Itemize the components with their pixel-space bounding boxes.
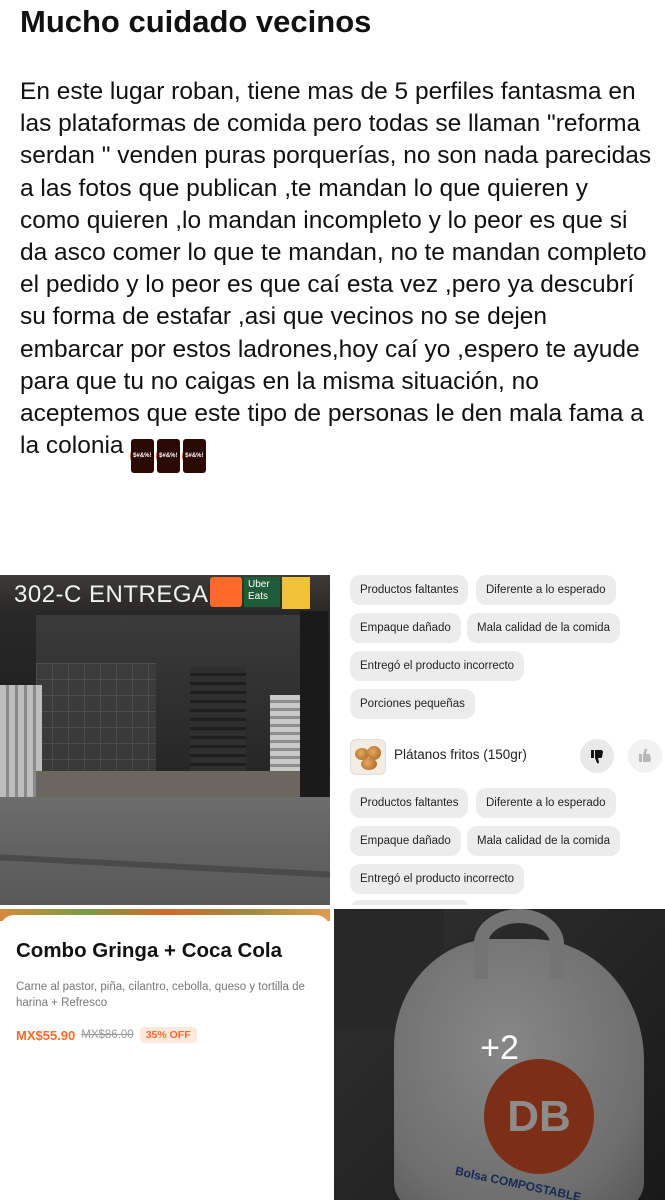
chip-small-portions[interactable]: Porciones pequeñas bbox=[350, 689, 475, 719]
chip-different-than-expected[interactable]: Diferente a lo esperado bbox=[476, 575, 616, 605]
post-body-text: En este lugar roban, tiene mas de 5 perf… bbox=[20, 78, 652, 460]
product-row: Plátanos fritos (150gr) bbox=[350, 737, 662, 777]
chip-partial[interactable] bbox=[350, 900, 470, 905]
price-original: MX$86.00 bbox=[81, 1029, 134, 1041]
chip-poor-food-quality[interactable]: Mala calidad de la comida bbox=[467, 613, 620, 643]
uber-eats-logo: Uber Eats bbox=[244, 577, 280, 607]
chip-poor-food-quality-2[interactable]: Mala calidad de la comida bbox=[467, 826, 620, 856]
store-sign-text: 302-C ENTREGAS bbox=[14, 581, 226, 608]
chip-different-than-expected-2[interactable]: Diferente a lo esperado bbox=[476, 788, 616, 818]
store-wall bbox=[36, 663, 156, 773]
chip-damaged-packaging-2[interactable]: Empaque dañado bbox=[350, 826, 461, 856]
more-photos-count[interactable]: +2 bbox=[334, 1029, 665, 1068]
store-floor bbox=[36, 771, 300, 799]
sign-yellow-panel bbox=[282, 577, 310, 609]
angry-swearing-face-icon: $#&%! bbox=[182, 439, 207, 474]
thumbs-down-button[interactable] bbox=[580, 739, 614, 773]
price-current: MX$55.90 bbox=[16, 1027, 76, 1043]
chip-wrong-product[interactable]: Entregó el producto incorrecto bbox=[350, 651, 525, 681]
chip-wrong-product-2[interactable]: Entregó el producto incorrecto bbox=[350, 864, 525, 894]
product-title: Combo Gringa + Coca Cola bbox=[16, 939, 282, 962]
product-sheet: Combo Gringa + Coca Cola Carne al pastor… bbox=[0, 915, 330, 1200]
product-card-screenshot[interactable]: Combo Gringa + Coca Cola Carne al pastor… bbox=[0, 909, 330, 1200]
storefront-photo[interactable]: 302-C ENTREGAS Uber Eats bbox=[0, 575, 330, 905]
thumbs-down-icon bbox=[591, 750, 603, 764]
price-row: MX$55.90 MX$86.00 35% OFF bbox=[16, 1027, 197, 1043]
post-body: En este lugar roban, tiene mas de 5 perf… bbox=[20, 76, 652, 474]
chip-missing-products-2[interactable]: Productos faltantes bbox=[350, 788, 469, 818]
store-pillar bbox=[300, 611, 328, 801]
bag-photo[interactable]: DB Bolsa COMPOSTABLE +2 bbox=[334, 909, 665, 1200]
sidewalk bbox=[0, 797, 330, 905]
discount-badge: 35% OFF bbox=[139, 1027, 197, 1043]
product-description: Carne al pastor, piña, cilantro, cebolla… bbox=[16, 981, 305, 1009]
thumbs-up-button[interactable] bbox=[628, 739, 662, 773]
fried-plantains-thumbnail bbox=[350, 739, 386, 775]
thumbs-up-icon bbox=[639, 748, 651, 762]
angry-swearing-face-icon: $#&%! bbox=[156, 439, 181, 474]
rappi-logo-icon bbox=[210, 577, 242, 607]
complaint-screenshot[interactable]: Productos faltantes Diferente a lo esper… bbox=[334, 575, 665, 905]
post-title: Mucho cuidado vecinos bbox=[20, 4, 372, 39]
store-sign: 302-C ENTREGAS Uber Eats bbox=[0, 575, 330, 611]
angry-swearing-face-icon: $#&%! bbox=[130, 439, 155, 474]
emoji-row: $#&%! $#&%! $#&%! bbox=[130, 439, 207, 474]
photo-grid: 302-C ENTREGAS Uber Eats Productos falta… bbox=[0, 575, 665, 1200]
chip-missing-products[interactable]: Productos faltantes bbox=[350, 575, 469, 605]
product-name: Plátanos fritos (150gr) bbox=[394, 747, 527, 762]
chip-damaged-packaging[interactable]: Empaque dañado bbox=[350, 613, 461, 643]
store-shelf bbox=[190, 667, 246, 783]
